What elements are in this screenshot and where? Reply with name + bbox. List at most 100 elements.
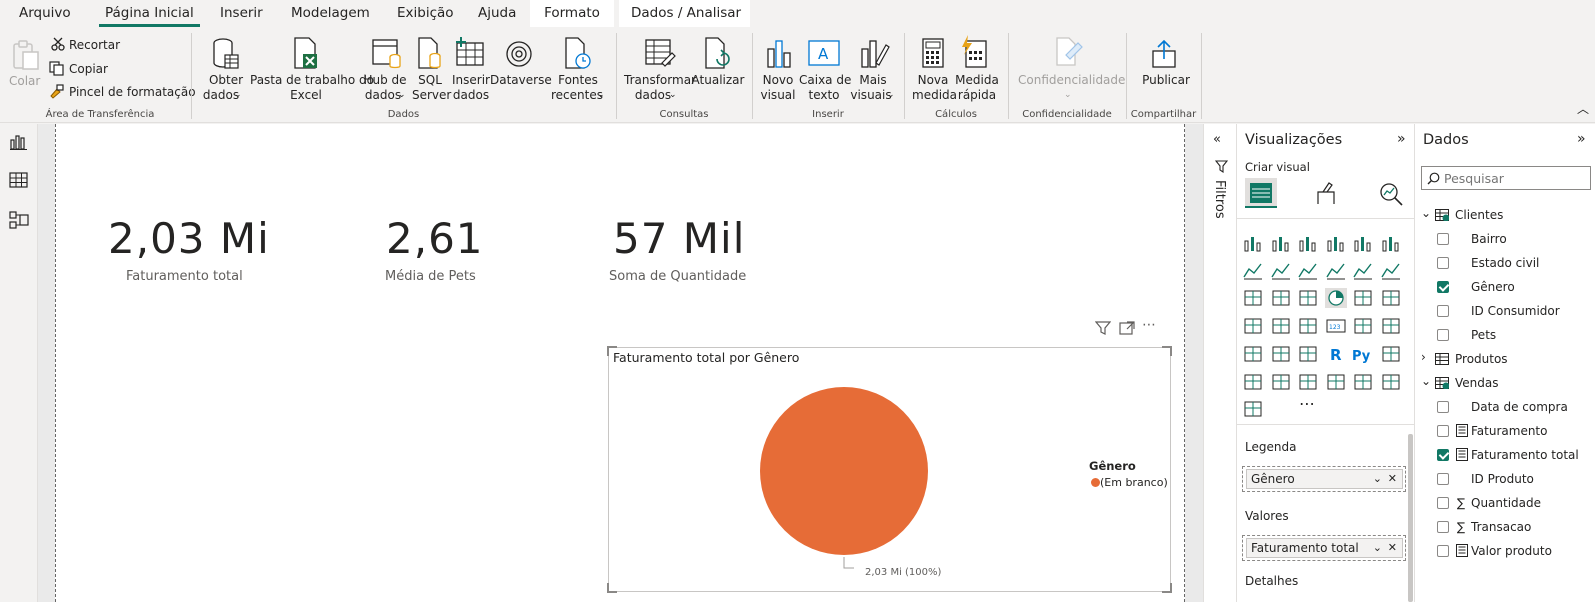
field-faturamento-total[interactable]: Faturamento total — [1437, 446, 1587, 464]
multi-row-card-icon[interactable] — [1352, 316, 1374, 336]
remove-field-icon[interactable]: ✕ — [1388, 539, 1397, 557]
donut-icon[interactable] — [1352, 288, 1374, 308]
field-checkbox[interactable] — [1437, 473, 1449, 485]
goals-icon[interactable] — [1325, 372, 1347, 392]
field-id-consumidor[interactable]: ID Consumidor — [1437, 302, 1587, 320]
field-checkbox[interactable] — [1437, 521, 1449, 533]
field-checkbox[interactable] — [1437, 233, 1449, 245]
legend-field-well[interactable]: Gênero ⌄ ✕ — [1242, 466, 1406, 492]
stacked-area-icon[interactable] — [1297, 261, 1319, 281]
scatter-icon[interactable] — [1297, 288, 1319, 308]
tab-modelagem[interactable]: Modelagem — [279, 0, 382, 27]
collapse-ribbon-icon[interactable]: ︿ — [1577, 102, 1589, 117]
search-box[interactable] — [1421, 166, 1591, 190]
tab-formato[interactable]: Formato — [530, 0, 614, 27]
values-field-well[interactable]: Faturamento total ⌄ ✕ — [1242, 535, 1406, 561]
stacked-column-icon[interactable] — [1270, 233, 1292, 253]
field-data-de-compra[interactable]: Data de compra — [1437, 398, 1587, 416]
power-automate-icon[interactable] — [1242, 399, 1264, 419]
tab-pagina-inicial[interactable]: Página Inicial — [93, 0, 206, 27]
power-apps-icon[interactable] — [1380, 372, 1402, 392]
ribbon-icon[interactable] — [1380, 261, 1402, 281]
viz-pane-scrollbar[interactable] — [1408, 434, 1413, 602]
field-checkbox[interactable] — [1437, 281, 1449, 293]
field-bairro[interactable]: Bairro — [1437, 230, 1587, 248]
treemap-icon[interactable] — [1380, 288, 1402, 308]
field-checkbox[interactable] — [1437, 257, 1449, 269]
chevron-down-icon[interactable]: ⌄ — [1373, 470, 1382, 488]
area-icon[interactable] — [1270, 261, 1292, 281]
card-icon[interactable]: 123 — [1325, 316, 1347, 336]
stacked-bar-icon[interactable] — [1242, 233, 1264, 253]
matrix-icon[interactable] — [1297, 344, 1319, 364]
collapse-viz-pane-icon[interactable]: » — [1397, 131, 1406, 147]
cut-button[interactable]: Recortar — [69, 38, 120, 52]
tab-arquivo[interactable]: Arquivo — [7, 0, 83, 27]
legend-field-pill[interactable]: Gênero — [1251, 472, 1295, 486]
field-checkbox[interactable] — [1437, 425, 1449, 437]
chevron-right-icon[interactable]: › — [1421, 348, 1426, 366]
tab-inserir[interactable]: Inserir — [208, 0, 275, 27]
build-visual-tab[interactable] — [1245, 178, 1277, 208]
slicer-icon[interactable] — [1242, 344, 1264, 364]
python-visual-icon[interactable]: Py — [1352, 344, 1374, 364]
pie-slice[interactable] — [760, 387, 928, 555]
format-painter-button[interactable]: Pincel de formatação — [69, 85, 196, 99]
decomposition-icon[interactable] — [1242, 372, 1264, 392]
field-id-produto[interactable]: ID Produto — [1437, 470, 1587, 488]
gauge-icon[interactable] — [1297, 316, 1319, 336]
field-quantidade[interactable]: Quantidade ∑ — [1437, 494, 1587, 512]
tab-dados-analisar[interactable]: Dados / Analisar — [619, 0, 750, 27]
field-checkbox[interactable] — [1437, 329, 1449, 341]
field-faturamento[interactable]: Faturamento — [1437, 422, 1587, 440]
field-checkbox[interactable] — [1437, 305, 1449, 317]
pie-chart-visual[interactable]: Faturamento total por Gênero Gênero (Em … — [607, 346, 1172, 593]
line-clustered-icon[interactable] — [1352, 261, 1374, 281]
field-checkbox[interactable] — [1437, 401, 1449, 413]
table-icon[interactable] — [1270, 344, 1292, 364]
filter-icon[interactable] — [1095, 321, 1111, 335]
clustered-column-icon[interactable] — [1325, 233, 1347, 253]
format-visual-icon[interactable] — [1315, 182, 1337, 206]
waterfall-icon[interactable] — [1242, 288, 1264, 308]
100-column-icon[interactable] — [1380, 233, 1402, 253]
focus-mode-icon[interactable] — [1119, 321, 1135, 335]
field-checkbox[interactable] — [1437, 449, 1449, 461]
more-options-icon[interactable]: ⋯ — [1142, 317, 1156, 333]
analytics-icon[interactable] — [1379, 182, 1403, 206]
field-transacao[interactable]: Transacao ∑ — [1437, 518, 1587, 536]
100-bar-icon[interactable] — [1352, 233, 1374, 253]
kpi-icon[interactable] — [1380, 316, 1402, 336]
table-view-icon[interactable] — [9, 172, 29, 188]
tab-ajuda[interactable]: Ajuda — [466, 0, 528, 27]
field-valor-produto[interactable]: Valor produto — [1437, 542, 1587, 560]
tab-exibicao[interactable]: Exibição — [385, 0, 466, 27]
table-produtos[interactable]: › Produtos — [1421, 350, 1591, 368]
qa-icon[interactable] — [1270, 372, 1292, 392]
model-view-icon[interactable] — [9, 210, 29, 230]
chevron-down-icon[interactable]: ⌄ — [1421, 372, 1431, 390]
legend-item[interactable]: (Em branco) — [1091, 476, 1168, 489]
remove-field-icon[interactable]: ✕ — [1388, 470, 1397, 488]
clustered-bar-icon[interactable] — [1297, 233, 1319, 253]
field-pets[interactable]: Pets — [1437, 326, 1587, 344]
values-field-pill[interactable]: Faturamento total — [1251, 541, 1359, 555]
funnel-icon[interactable] — [1270, 288, 1292, 308]
filled-map-icon[interactable] — [1270, 316, 1292, 336]
chevron-down-icon[interactable]: ⌄ — [1373, 539, 1382, 557]
filters-pane-collapsed[interactable]: « Filtros — [1203, 124, 1236, 602]
narrative-icon[interactable] — [1297, 372, 1319, 392]
field-checkbox[interactable] — [1437, 497, 1449, 509]
key-influencers-icon[interactable] — [1380, 344, 1402, 364]
field-gênero[interactable]: Gênero — [1437, 278, 1587, 296]
line-icon[interactable] — [1242, 261, 1264, 281]
map-icon[interactable] — [1242, 316, 1264, 336]
report-view-icon[interactable] — [10, 134, 28, 150]
search-input[interactable] — [1444, 169, 1584, 187]
table-clientes[interactable]: ⌄ Clientes — [1421, 206, 1591, 224]
chevron-down-icon[interactable]: ⌄ — [1421, 204, 1431, 222]
collapse-left-icon[interactable]: « — [1213, 132, 1221, 147]
more-visuals-icon[interactable]: ⋯ — [1299, 394, 1315, 413]
line-column-icon[interactable] — [1325, 261, 1347, 281]
field-checkbox[interactable] — [1437, 545, 1449, 557]
